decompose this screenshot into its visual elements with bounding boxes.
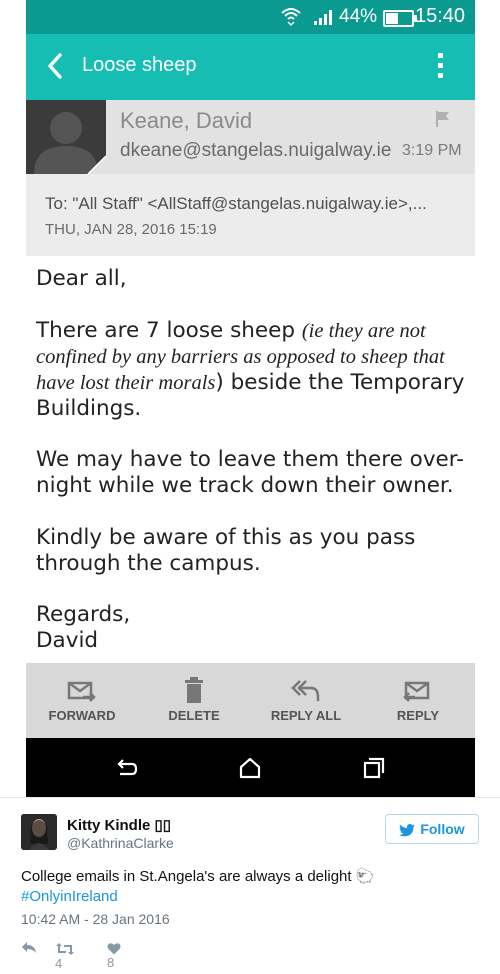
display-name-suffix: ▯▯ (154, 817, 172, 834)
battery-icon (383, 10, 417, 27)
follow-label: Follow (420, 821, 465, 837)
tweet-text: College emails in St.Angela's are always… (21, 867, 374, 887)
signal-icon (314, 10, 332, 25)
twitter-handle[interactable]: @KathrinaClarke (67, 835, 174, 851)
recents-nav-icon[interactable] (362, 756, 386, 780)
person-silhouette-icon (34, 112, 106, 174)
forward-icon (67, 681, 96, 702)
greeting: Dear all, (36, 266, 127, 291)
retweet-count: 4 (55, 955, 63, 971)
trash-icon (185, 677, 203, 703)
hashtag-link[interactable]: #OnlyinIreland (21, 888, 118, 905)
paragraph-3: Kindly be aware of this as you pass thro… (36, 525, 416, 576)
reply-icon (403, 681, 430, 702)
sent-time: 3:19 PM (402, 142, 462, 159)
paragraph-2: We may have to leave them there over-nig… (36, 447, 465, 498)
tweet-timestamp[interactable]: 10:42 AM - 28 Jan 2016 (21, 911, 170, 927)
heart-icon (107, 943, 121, 955)
back-arrow-icon[interactable] (44, 52, 68, 80)
reply-button[interactable]: REPLY (362, 663, 474, 738)
tweet-card: Kitty Kindle ▯▯ @KathrinaClarke Follow C… (0, 797, 500, 974)
overflow-menu-icon[interactable] (430, 50, 450, 82)
reply-all-icon (291, 680, 320, 701)
retweet-icon (56, 942, 74, 955)
sender-email: dkeane@stangelas.nuigalway.ie (120, 140, 392, 161)
clock: 15:40 (415, 5, 466, 27)
battery-percent: 44% (339, 6, 378, 27)
sheep-emoji: 🐑 (355, 868, 375, 885)
sender-name: Keane, David (120, 108, 253, 133)
wifi-icon (281, 8, 301, 27)
paragraph-1-start: There are 7 loose sheep (36, 318, 302, 343)
profile-photo (21, 814, 57, 850)
reply-all-label: REPLY ALL (270, 708, 342, 723)
forward-label: FORWARD (48, 708, 116, 723)
flag-icon[interactable] (434, 110, 452, 128)
home-nav-icon[interactable] (238, 756, 262, 780)
tweet-text-body: College emails in St.Angela's are always… (21, 868, 356, 885)
reply-all-button[interactable]: REPLY ALL (250, 663, 362, 738)
back-nav-icon[interactable] (114, 756, 138, 780)
forward-button[interactable]: FORWARD (26, 663, 138, 738)
signature: David (36, 628, 99, 653)
email-body: Dear all, There are 7 loose sheep (ie th… (26, 256, 475, 663)
reply-arrow-icon[interactable] (21, 940, 37, 954)
like-count: 8 (107, 955, 115, 971)
follow-button[interactable]: Follow (385, 814, 479, 844)
email-subject-title: Loose sheep (82, 54, 197, 76)
app-bar: Loose sheep (26, 34, 475, 100)
twitter-display-name[interactable]: Kitty Kindle ▯▯ (67, 816, 171, 834)
twitter-bird-icon (399, 823, 416, 837)
delete-label: DELETE (168, 708, 220, 723)
sender-header: Keane, David dkeane@stangelas.nuigalway.… (26, 100, 475, 174)
action-bar: FORWARD DELETE REPLY ALL REPLY (26, 663, 475, 738)
recipient-details[interactable]: To: "All Staff" <AllStaff@stangelas.nuig… (26, 174, 475, 256)
android-nav-bar (26, 738, 475, 797)
sender-avatar (26, 100, 106, 174)
delete-button[interactable]: DELETE (138, 663, 250, 738)
recipients-line: To: "All Staff" <AllStaff@stangelas.nuig… (45, 194, 427, 213)
paragraph-1: There are 7 loose sheep (ie they are not… (36, 318, 466, 422)
reply-label: REPLY (396, 708, 440, 723)
sent-date: THU, JAN 28, 2016 15:19 (45, 221, 217, 238)
signoff: Regards, (36, 602, 131, 627)
phone-screenshot: 44% 15:40 Loose sheep Keane, David dkean… (26, 0, 475, 797)
display-name-text: Kitty Kindle (67, 817, 151, 834)
like-control[interactable]: 8 (107, 940, 121, 970)
retweet-control[interactable]: 4 (55, 940, 75, 971)
twitter-avatar[interactable] (21, 814, 57, 850)
status-bar: 44% 15:40 (26, 0, 475, 34)
